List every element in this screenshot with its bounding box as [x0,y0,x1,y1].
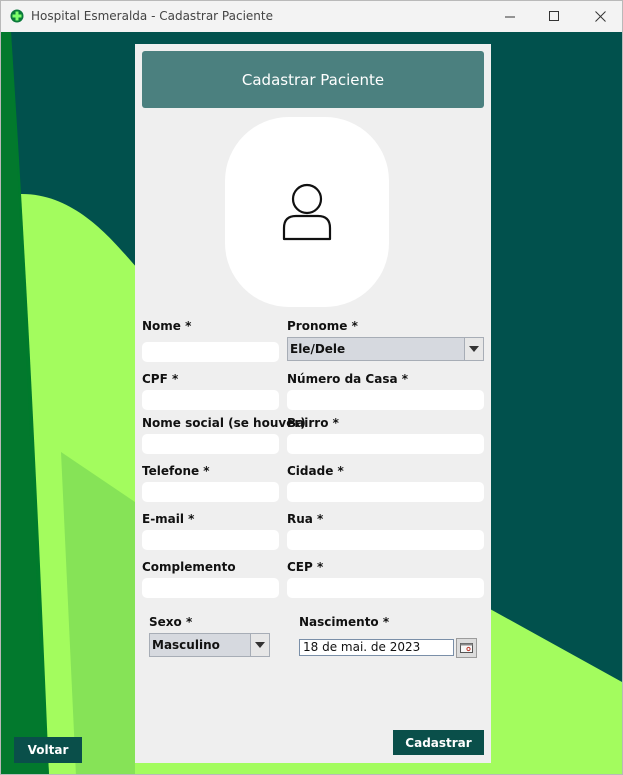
sexo-label: Sexo * [149,615,193,629]
cpf-label: CPF * [142,372,179,386]
numero-input[interactable] [287,390,484,410]
sexo-dropdown-button[interactable] [250,634,269,656]
page-header: Cadastrar Paciente [142,51,484,108]
cadastrar-button[interactable]: Cadastrar [393,730,484,755]
complemento-input[interactable] [142,578,279,598]
nome-social-label: Nome social (se houver) [142,416,306,430]
cep-label: CEP * [287,560,324,574]
email-input[interactable] [142,530,279,550]
calendar-icon [460,643,473,653]
page-title: Cadastrar Paciente [241,70,385,89]
complemento-label: Complemento [142,560,236,574]
pronome-dropdown-button[interactable] [464,338,483,360]
bairro-input[interactable] [287,434,484,454]
bairro-label: Bairro * [287,416,339,430]
sexo-value: Masculino [152,638,220,652]
pronome-select[interactable]: Ele/Dele [287,337,484,361]
title-bar: Hospital Esmeralda - Cadastrar Paciente [1,1,622,32]
maximize-icon [548,11,559,21]
pronome-label: Pronome * [287,319,358,333]
close-button[interactable] [577,1,622,32]
telefone-input[interactable] [142,482,279,502]
minimize-icon [504,16,515,18]
minimize-button[interactable] [487,1,533,32]
voltar-button[interactable]: Voltar [14,737,82,763]
chevron-down-icon [469,346,479,352]
window-title: Hospital Esmeralda - Cadastrar Paciente [31,9,273,23]
nome-input[interactable] [142,342,279,362]
maximize-button[interactable] [531,1,577,32]
cpf-input[interactable] [142,390,279,410]
nascimento-date-field[interactable]: 18 de mai. de 2023 [299,639,454,656]
email-label: E-mail * [142,512,195,526]
avatar[interactable] [225,117,389,307]
nascimento-label: Nascimento * [299,615,390,629]
user-icon [282,183,332,241]
hospital-logo-icon [10,9,24,23]
chevron-down-icon [255,642,265,648]
rua-input[interactable] [287,530,484,550]
pronome-value: Ele/Dele [290,342,346,356]
nome-label: Nome * [142,319,192,333]
cidade-label: Cidade * [287,464,344,478]
sexo-select[interactable]: Masculino [149,633,270,657]
calendar-button[interactable] [456,638,477,658]
cidade-input[interactable] [287,482,484,502]
cep-input[interactable] [287,578,484,598]
numero-label: Número da Casa * [287,372,409,386]
rua-label: Rua * [287,512,324,526]
nome-social-input[interactable] [142,434,279,454]
telefone-label: Telefone * [142,464,210,478]
app-window: Hospital Esmeralda - Cadastrar Paciente … [0,0,623,775]
close-icon [594,11,606,22]
